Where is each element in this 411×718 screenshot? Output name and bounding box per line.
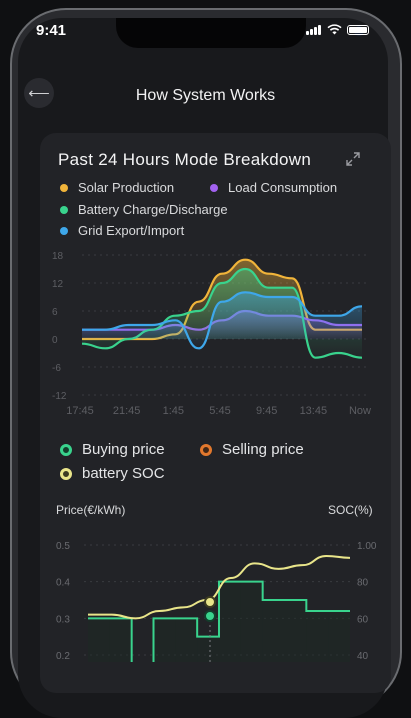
status-time: 9:41: [36, 22, 67, 39]
page-title: How System Works: [135, 87, 276, 104]
legend-item-solar[interactable]: Solar Production: [60, 180, 174, 195]
status-icons: [306, 24, 369, 35]
battery-icon: [347, 24, 369, 35]
legend-item-battery-soc[interactable]: battery SOC: [60, 465, 165, 482]
legend-label: battery SOC: [82, 465, 165, 482]
legend-item-selling-price[interactable]: Selling price: [200, 441, 304, 458]
legend-dot: [60, 226, 68, 235]
signal-icon: [306, 24, 322, 35]
legend-dot: [60, 443, 72, 456]
legend-dot: [210, 183, 218, 192]
legend-label: Buying price: [82, 441, 165, 458]
legend-item-grid[interactable]: Grid Export/Import: [60, 223, 184, 238]
legend-dot: [200, 443, 212, 456]
legend-item-battery[interactable]: Battery Charge/Discharge: [60, 202, 228, 217]
legend-dot: [60, 183, 68, 192]
soc-axis-title: SOC(%): [328, 503, 373, 517]
legend-dot: [60, 205, 68, 214]
card-title: Past 24 Hours Mode Breakdown: [58, 150, 312, 169]
legend-dot: [60, 467, 72, 480]
legend-label: Load Consumption: [228, 180, 338, 195]
legend-item-load[interactable]: Load Consumption: [210, 180, 337, 195]
notch: [116, 18, 364, 48]
legend-label: Solar Production: [78, 180, 175, 195]
wifi-icon: [327, 24, 342, 35]
breakdown-card: [40, 133, 391, 693]
legend-label: Battery Charge/Discharge: [78, 202, 228, 217]
expand-icon[interactable]: [344, 150, 362, 168]
legend-label: Grid Export/Import: [78, 223, 185, 238]
price-axis-title: Price(€/kWh): [56, 503, 126, 517]
legend-label: Selling price: [222, 441, 304, 458]
legend-item-buying-price[interactable]: Buying price: [60, 441, 165, 458]
